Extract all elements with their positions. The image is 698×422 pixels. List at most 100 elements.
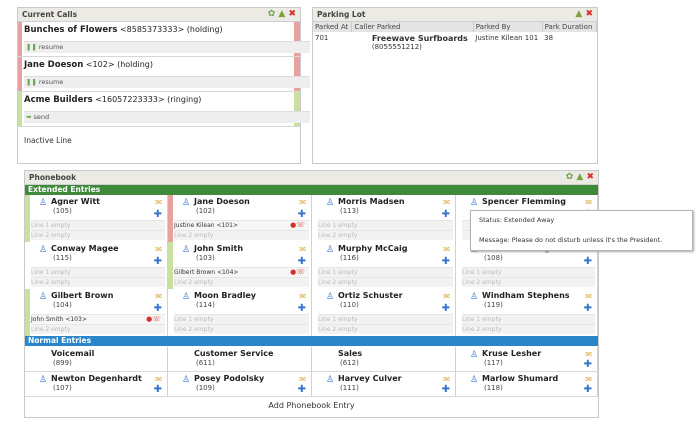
caller-name: Acme Builders xyxy=(24,95,93,105)
line-1-label: Line 1 empty xyxy=(318,269,358,276)
presence-bar xyxy=(168,242,173,289)
add-icon[interactable]: ✚ xyxy=(584,256,592,267)
mail-icon[interactable]: ✉ xyxy=(155,375,162,384)
call-status-strip xyxy=(18,92,22,126)
contact-extension: (111) xyxy=(340,384,359,392)
phonebook-entry[interactable]: ♙ Ortiz Schuster (110) ✉ ✚ Line 1 empty Line 2… xyxy=(312,289,456,336)
gear-icon[interactable]: ✿ xyxy=(268,9,276,19)
add-icon[interactable]: ✚ xyxy=(442,256,450,267)
person-icon: ♙ xyxy=(326,198,335,208)
call-actions: ❚❚ resume xyxy=(24,76,310,88)
phonebook-entry[interactable]: ♙ ✉ ✚ Marlow Shumard (118) xyxy=(456,372,598,397)
resume-icon: ❚❚ xyxy=(26,43,37,51)
mail-icon[interactable]: ✉ xyxy=(443,245,450,254)
add-icon[interactable]: ✚ xyxy=(584,359,592,370)
line-2: Line 2 empty xyxy=(31,230,165,240)
add-icon[interactable]: ✚ xyxy=(584,384,592,395)
phonebook-entry[interactable]: ♙ ✉ ✚ Harvey Culver (111) xyxy=(312,372,456,397)
gear-icon[interactable]: ✿ xyxy=(566,172,574,182)
resume-icon: ❚❚ xyxy=(26,78,37,86)
contact-extension: (110) xyxy=(340,301,359,309)
send-icon: ➡ xyxy=(26,113,32,121)
mail-icon[interactable]: ✉ xyxy=(443,375,450,384)
contact-name: Agner Witt xyxy=(51,197,100,206)
phone-icon[interactable]: ●☏ xyxy=(146,315,161,324)
phonebook-entry[interactable]: ♙ Conway Magee (115) ✉ ✚ Line 1 empty Line 2 e… xyxy=(25,242,168,289)
line-1: Justine Kilean <101> ●☏ xyxy=(174,220,309,230)
line-1-label: Line 1 empty xyxy=(318,222,358,229)
contact-name: Sales xyxy=(338,349,363,358)
phone-icon[interactable]: ●☏ xyxy=(290,221,305,230)
line-1: John Smith <103> ●☏ xyxy=(31,314,165,324)
collapse-icon[interactable]: ▲ xyxy=(278,9,285,19)
mail-icon[interactable]: ✉ xyxy=(299,198,306,207)
close-icon[interactable]: ✖ xyxy=(586,172,594,182)
mail-icon[interactable]: ✉ xyxy=(155,292,162,301)
mail-icon[interactable]: ✉ xyxy=(585,350,592,359)
add-icon[interactable]: ✚ xyxy=(298,303,306,314)
collapse-icon[interactable]: ▲ xyxy=(576,172,583,182)
contact-extension: (103) xyxy=(196,254,215,262)
phonebook-entry[interactable]: ♙ ✉ ✚ Posey Podolsky (109) xyxy=(168,372,312,397)
phonebook-entry[interactable]: Customer Service (611) xyxy=(168,347,312,372)
add-icon[interactable]: ✚ xyxy=(154,209,162,220)
add-phonebook-entry-button[interactable]: Add Phonebook Entry xyxy=(25,401,598,410)
call-row[interactable]: Bunches of Flowers <8585373333> (holding… xyxy=(18,22,310,57)
send-button[interactable]: ➡ send xyxy=(26,112,49,123)
mail-icon[interactable]: ✉ xyxy=(585,375,592,384)
resume-button[interactable]: ❚❚ resume xyxy=(26,77,63,88)
status-tooltip: Status: Extended Away Message: Please do… xyxy=(470,210,693,251)
mail-icon[interactable]: ✉ xyxy=(299,375,306,384)
resume-button[interactable]: ❚❚ resume xyxy=(26,42,63,53)
contact-extension: (109) xyxy=(196,384,215,392)
mail-icon[interactable]: ✉ xyxy=(443,292,450,301)
phonebook-entry[interactable]: ♙ Agner Witt (105) ✉ ✚ Line 1 empty Line 2 emp… xyxy=(25,195,168,242)
phonebook-entry[interactable]: ♙ Murphy McCaig (116) ✉ ✚ Line 1 empty Line 2 … xyxy=(312,242,456,289)
phone-icon[interactable]: ●☏ xyxy=(290,268,305,277)
add-icon[interactable]: ✚ xyxy=(298,256,306,267)
mail-icon[interactable]: ✉ xyxy=(585,292,592,301)
call-status: (holding) xyxy=(186,25,223,34)
add-icon[interactable]: ✚ xyxy=(154,256,162,267)
phonebook-entry[interactable]: ♙ ✉ ✚ Newton Degenhardt (107) xyxy=(25,372,168,397)
add-icon[interactable]: ✚ xyxy=(584,303,592,314)
person-icon: ♙ xyxy=(470,292,479,302)
close-icon[interactable]: ✖ xyxy=(288,9,296,19)
add-icon[interactable]: ✚ xyxy=(298,209,306,220)
mail-icon[interactable]: ✉ xyxy=(299,292,306,301)
contact-name: Murphy McCaig xyxy=(338,244,408,253)
phonebook-entry[interactable]: ♙ Jane Doeson (102) ✉ ✚ Justine Kilean <101> ●… xyxy=(168,195,312,242)
mail-icon[interactable]: ✉ xyxy=(443,198,450,207)
line-1: Line 1 empty xyxy=(318,267,453,277)
add-icon[interactable]: ✚ xyxy=(442,209,450,220)
close-icon[interactable]: ✖ xyxy=(585,9,593,19)
parked-at: 701 xyxy=(315,34,329,42)
parked-call-row[interactable]: 701 Freewave Surfboards (8055551212) Justin… xyxy=(313,32,597,53)
caller-number: (8055551212) xyxy=(371,43,422,51)
mail-icon[interactable]: ✉ xyxy=(585,198,592,207)
add-icon[interactable]: ✚ xyxy=(154,303,162,314)
phonebook-entry[interactable]: ♙ John Smith (103) ✉ ✚ Gilbert Brown <104> ●☏ L… xyxy=(168,242,312,289)
phonebook-entry[interactable]: ♙ Windham Stephens (119) ✉ ✚ Line 1 empty Line… xyxy=(456,289,598,336)
add-icon[interactable]: ✚ xyxy=(154,384,162,395)
phonebook-entry[interactable]: ♙ Moon Bradley (114) ✉ ✚ Line 1 empty Line 2 e… xyxy=(168,289,312,336)
collapse-icon[interactable]: ▲ xyxy=(575,9,582,19)
call-row[interactable]: Acme Builders <16057223333> (ringing) ➡ se… xyxy=(18,92,310,127)
mail-icon[interactable]: ✉ xyxy=(155,245,162,254)
phonebook-entry[interactable]: ♙ ✉ ✚ Kruse Lesher (117) xyxy=(456,347,598,372)
phonebook-entry[interactable]: ♙ Morris Madsen (113) ✉ ✚ Line 1 empty Line 2 … xyxy=(312,195,456,242)
add-icon[interactable]: ✚ xyxy=(442,303,450,314)
contact-extension: (116) xyxy=(340,254,359,262)
add-icon[interactable]: ✚ xyxy=(298,384,306,395)
call-info: Bunches of Flowers <8585373333> (holding… xyxy=(24,25,223,35)
mail-icon[interactable]: ✉ xyxy=(299,245,306,254)
phonebook-entry[interactable]: Sales (612) xyxy=(312,347,456,372)
phonebook-entry[interactable]: ♙ Gilbert Brown (104) ✉ ✚ John Smith <103> ●☏ L… xyxy=(25,289,168,336)
line-1: Line 1 empty xyxy=(31,220,165,230)
tooltip-message: Message: Please do not disturb unless it… xyxy=(479,236,663,244)
phonebook-entry[interactable]: Voicemail (899) xyxy=(25,347,168,372)
add-icon[interactable]: ✚ xyxy=(442,384,450,395)
contact-name: Moon Bradley xyxy=(194,291,256,300)
mail-icon[interactable]: ✉ xyxy=(155,198,162,207)
call-row[interactable]: Jane Doeson <102> (holding) ❚❚ resume xyxy=(18,57,310,92)
